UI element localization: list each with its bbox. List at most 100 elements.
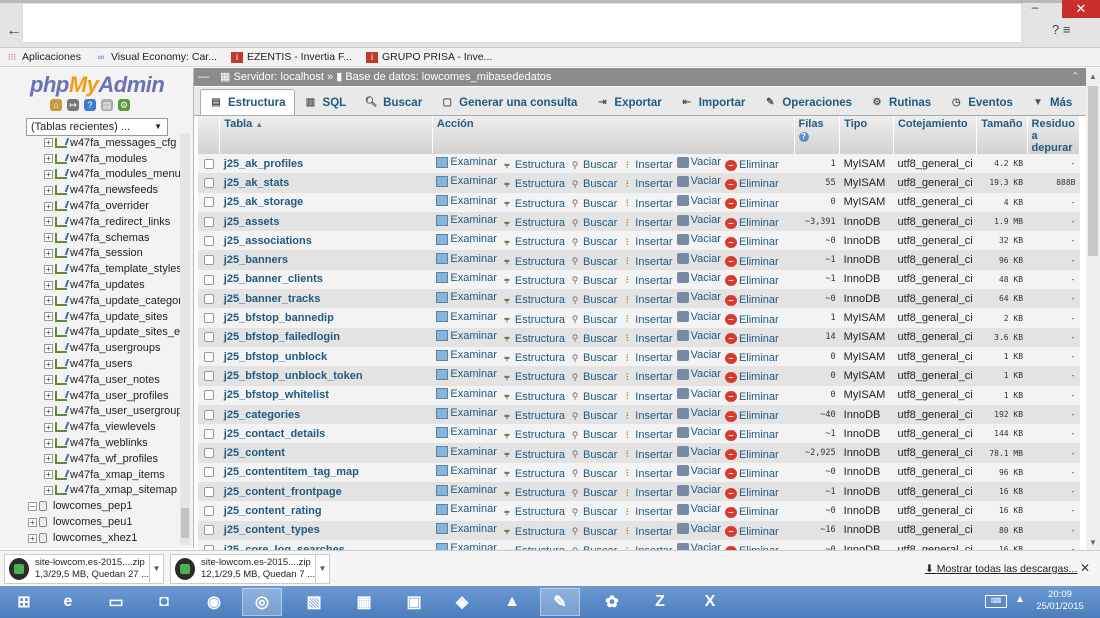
gimp-icon[interactable]: ✿ [592,588,632,616]
bookmark-grupo-prisa[interactable]: i GRUPO PRISA - Inve... [366,51,492,63]
action-vaciar[interactable]: Vaciar [676,253,721,265]
minimize-icon[interactable]: – [1024,0,1046,14]
expand-icon[interactable]: + [44,312,53,322]
action-eliminar[interactable]: –Eliminar [724,294,779,306]
table-name-link[interactable]: j25_ak_profiles [220,154,433,173]
browser-menu-icon[interactable]: ? ≡ [1052,22,1070,37]
action-insertar[interactable]: ⫶Insertar [621,371,672,383]
action-vaciar[interactable]: Vaciar [676,349,721,361]
expand-icon[interactable]: + [44,280,53,290]
action-buscar[interactable]: ⚲Buscar [569,333,618,345]
action-examinar[interactable]: Examinar [436,156,497,168]
close-window-icon[interactable]: ✕ [1062,0,1100,18]
table-name-link[interactable]: j25_bfstop_unblock [220,347,433,366]
action-buscar[interactable]: ⚲Buscar [569,468,618,480]
expand-icon[interactable]: + [44,217,53,227]
action-examinar[interactable]: Examinar [436,368,497,380]
action-estructura[interactable]: ⫧Estructura [501,178,565,190]
action-examinar[interactable]: Examinar [436,542,497,550]
row-checkbox[interactable] [203,371,214,381]
action-vaciar[interactable]: Vaciar [676,426,721,438]
paint-icon[interactable]: ✎ [540,588,580,616]
table-name-link[interactable]: j25_bfstop_whitelist [220,386,433,405]
breadcrumb-server[interactable]: Servidor: localhost [233,71,324,83]
action-buscar[interactable]: ⚲Buscar [569,449,618,461]
action-eliminar[interactable]: –Eliminar [724,429,779,441]
excel-icon[interactable]: X [690,588,730,616]
action-insertar[interactable]: ⫶Insertar [621,159,672,171]
action-examinar[interactable]: Examinar [436,503,497,515]
action-estructura[interactable]: ⫧Estructura [501,449,565,461]
table-name-link[interactable]: j25_ak_storage [220,193,433,212]
col-tipo[interactable]: Tipo [839,116,894,154]
table-name-link[interactable]: j25_bfstop_failedlogin [220,328,433,347]
action-estructura[interactable]: ⫧Estructura [501,256,565,268]
action-estructura[interactable]: ⫧Estructura [501,294,565,306]
action-estructura[interactable]: ⫧Estructura [501,314,565,326]
action-eliminar[interactable]: –Eliminar [724,391,779,403]
table-name-link[interactable]: j25_core_log_searches [220,540,433,550]
sidebar-database-item[interactable]: + lowcomes_peu1 [28,514,188,530]
action-examinar[interactable]: Examinar [436,349,497,361]
docs-icon[interactable]: ▤ [101,99,113,111]
row-checkbox[interactable] [203,197,214,208]
action-estructura[interactable]: ⫧Estructura [501,275,565,287]
action-examinar[interactable]: Examinar [436,330,497,342]
action-buscar[interactable]: ⚲Buscar [569,391,618,403]
recent-tables-select[interactable]: (Tablas recientes) ... ▼ [26,118,168,136]
tab-eventos[interactable]: ◷ Eventos [940,89,1022,115]
ie-icon[interactable]: e [48,588,88,616]
expand-icon[interactable]: + [28,533,37,543]
action-vaciar[interactable]: Vaciar [676,407,721,419]
action-estructura[interactable]: ⫧Estructura [501,198,565,210]
action-eliminar[interactable]: –Eliminar [724,449,779,461]
sidebar-table-item[interactable]: + w47fa_messages_cfg [44,135,193,151]
sidebar-table-item[interactable]: + w47fa_newsfeeds [44,182,193,198]
expand-icon[interactable]: + [44,343,53,353]
action-buscar[interactable]: ⚲Buscar [569,429,618,441]
sidebar-table-item[interactable]: + w47fa_user_notes [44,372,193,388]
action-vaciar[interactable]: Vaciar [676,214,721,226]
row-checkbox[interactable] [203,293,214,304]
action-vaciar[interactable]: Vaciar [676,156,721,168]
col-filas[interactable]: Filas? [794,116,841,154]
expand-icon[interactable]: + [44,296,53,306]
action-examinar[interactable]: Examinar [436,484,497,496]
sidebar-table-item[interactable]: + w47fa_session [44,246,193,262]
action-estructura[interactable]: ⫧Estructura [501,333,565,345]
action-eliminar[interactable]: –Eliminar [724,371,779,383]
row-checkbox[interactable] [203,216,214,227]
action-eliminar[interactable]: –Eliminar [724,178,779,190]
help-icon[interactable]: ? [798,132,809,142]
action-buscar[interactable]: ⚲Buscar [569,314,618,326]
action-examinar[interactable]: Examinar [436,175,497,187]
collapse-top-icon[interactable]: ⌃ [1071,68,1080,86]
action-buscar[interactable]: ⚲Buscar [569,198,618,210]
action-buscar[interactable]: ⚲Buscar [569,487,618,499]
expand-icon[interactable]: + [44,406,53,416]
action-vaciar[interactable]: Vaciar [676,503,721,515]
expand-icon[interactable]: − [28,501,37,511]
action-estructura[interactable]: ⫧Estructura [501,352,565,364]
main-scrollbar[interactable]: ▲ ▼ [1086,68,1100,550]
address-area[interactable] [22,3,1022,43]
expand-icon[interactable]: + [44,327,53,337]
table-name-link[interactable]: j25_ak_stats [220,173,433,192]
expand-icon[interactable]: + [44,454,53,464]
action-vaciar[interactable]: Vaciar [676,233,721,245]
sidebar-table-item[interactable]: + w47fa_weblinks [44,435,193,451]
phpmyadmin-logo[interactable]: phpMyAdmin [30,72,165,98]
expand-icon[interactable]: + [44,391,53,401]
action-vaciar[interactable]: Vaciar [676,195,721,207]
row-checkbox[interactable] [203,255,214,266]
action-estructura[interactable]: ⫧Estructura [501,468,565,480]
tab-más[interactable]: ▼ Más [1022,89,1081,115]
action-insertar[interactable]: ⫶Insertar [621,333,672,345]
sidebar-database-item[interactable]: − lowcomes_pep1 [28,498,188,514]
action-eliminar[interactable]: –Eliminar [724,314,779,326]
expand-icon[interactable]: + [44,264,53,274]
action-buscar[interactable]: ⚲Buscar [569,217,618,229]
row-checkbox[interactable] [203,409,214,420]
action-eliminar[interactable]: –Eliminar [724,333,779,345]
calculator-icon[interactable]: ▦ [344,588,384,616]
